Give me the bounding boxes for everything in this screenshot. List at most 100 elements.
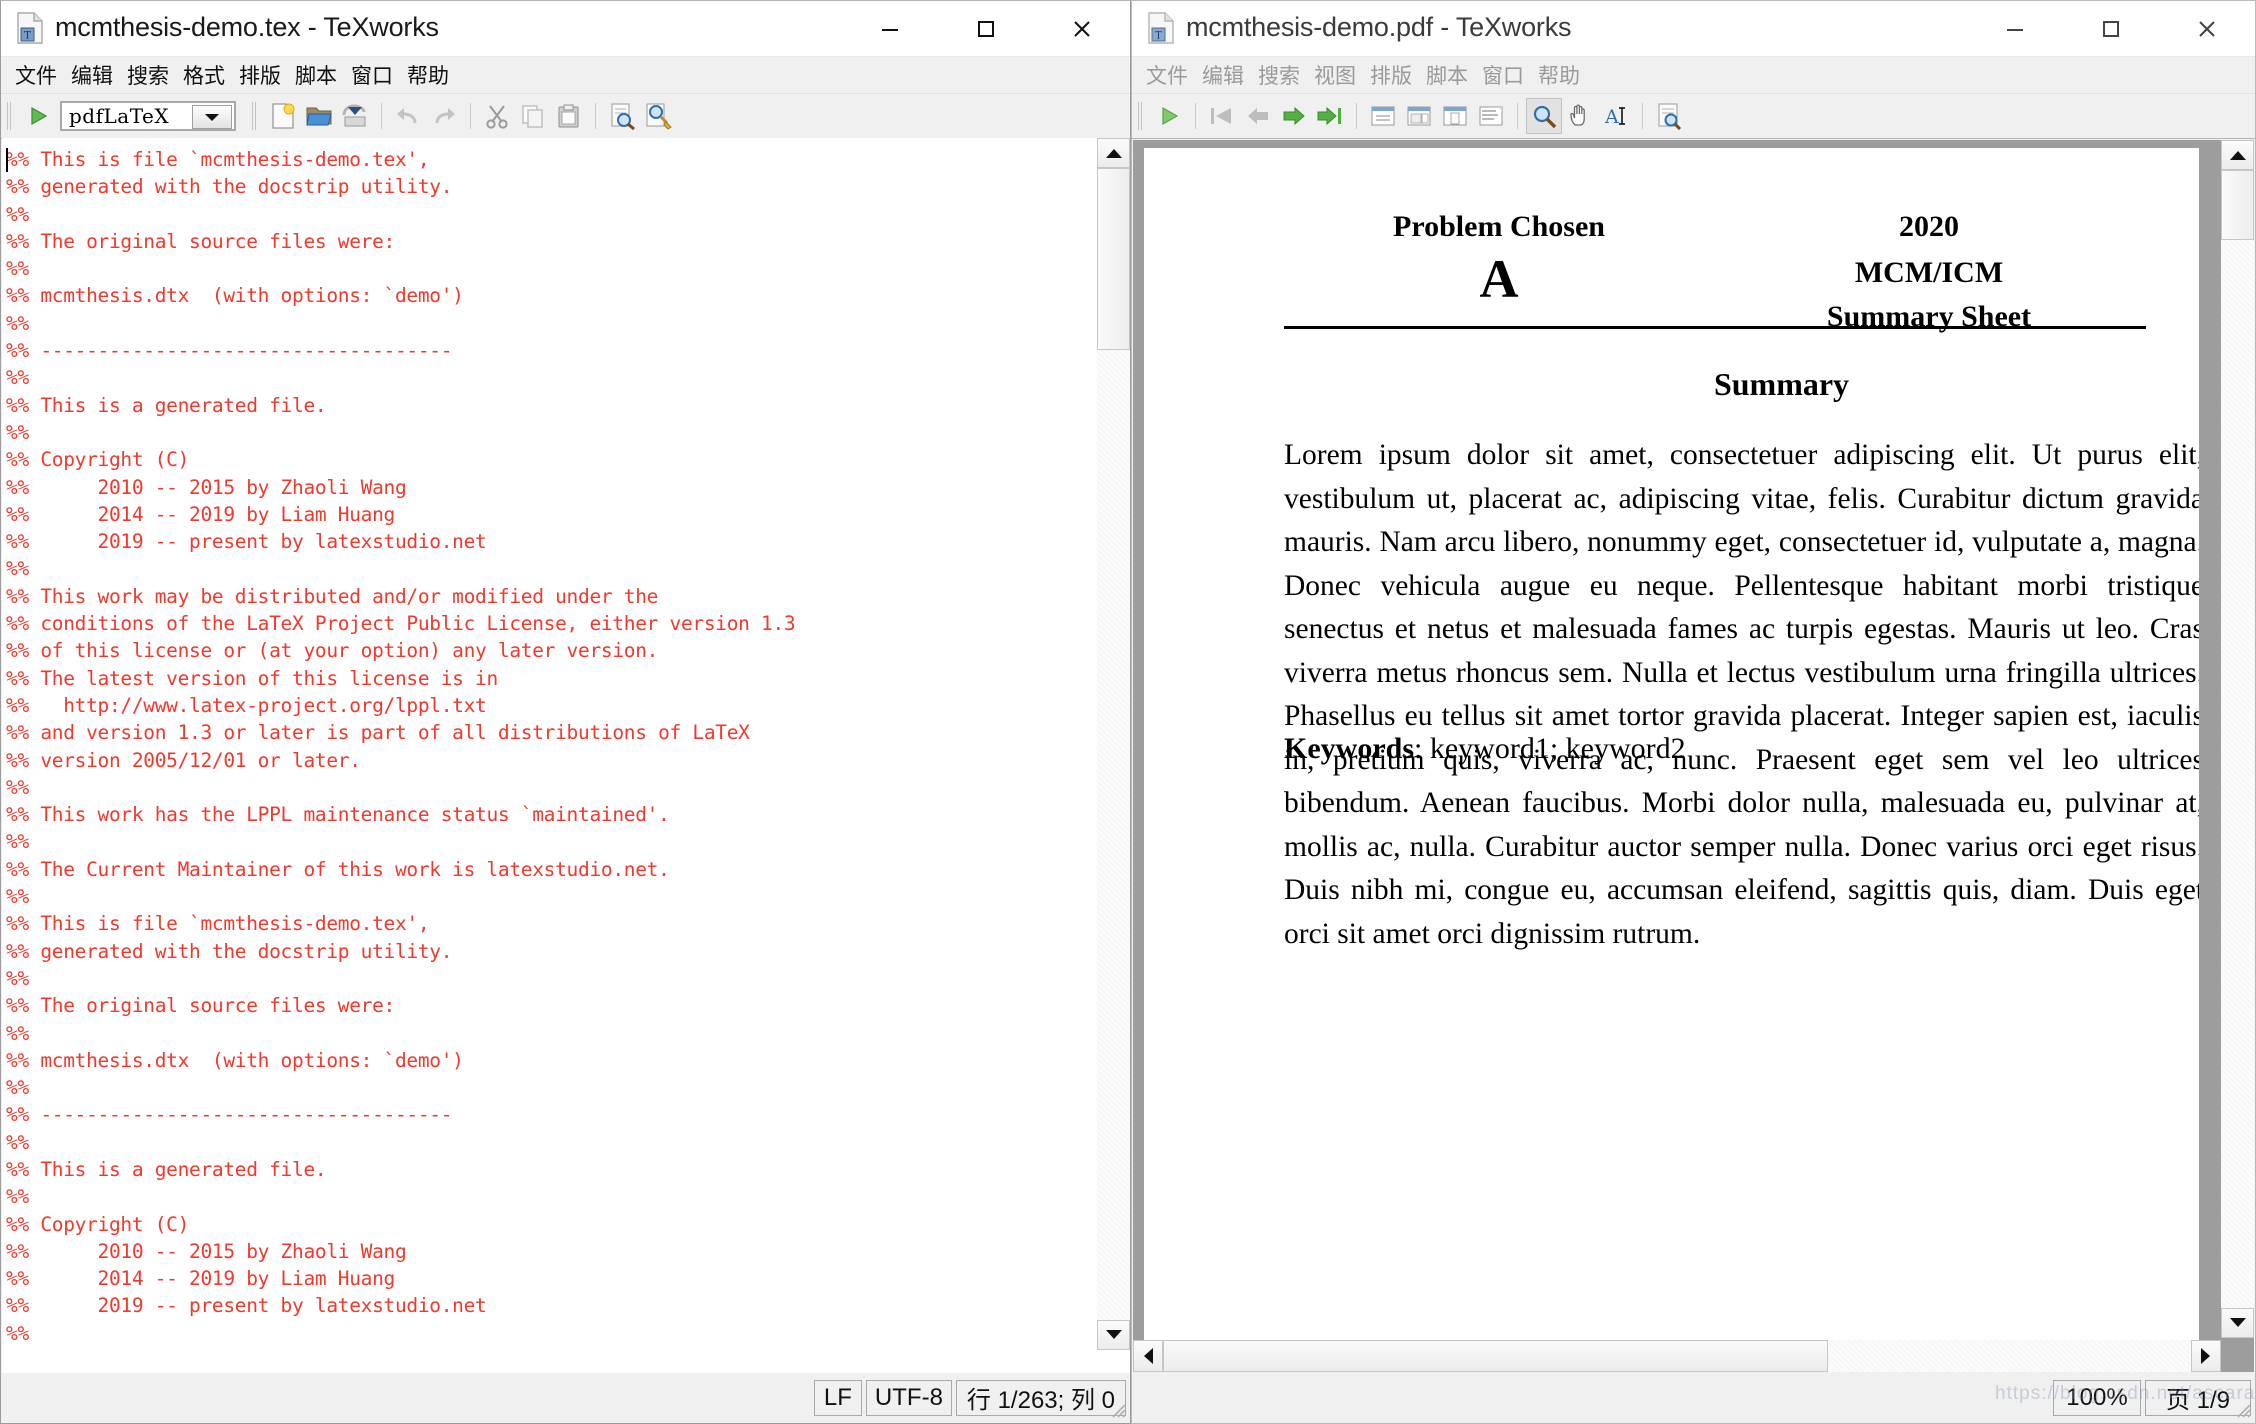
pdf-titlebar[interactable]: T mcmthesis-demo.pdf - TeXworks: [1132, 1, 2255, 57]
cut-icon[interactable]: [479, 98, 515, 134]
scrollbar-track[interactable]: [2221, 170, 2254, 1308]
copy-icon[interactable]: [515, 98, 551, 134]
menu-help[interactable]: 帮助: [1531, 58, 1587, 92]
summary-sheet-header: Problem Chosen A 2020 MCM/ICM Summary Sh…: [1284, 210, 2144, 332]
editor-title-text: mcmthesis-demo.tex - TeXworks: [55, 12, 439, 42]
scroll-right-arrow-icon[interactable]: [2191, 1340, 2221, 1372]
menu-file[interactable]: 文件: [8, 58, 64, 92]
hscrollbar-thumb[interactable]: [1163, 1340, 1828, 1372]
editor-window-controls: [842, 1, 1130, 56]
menu-search[interactable]: 搜索: [1251, 58, 1307, 92]
pdf-vertical-scrollbar[interactable]: [2221, 140, 2254, 1338]
engine-select[interactable]: pdfLaTeX: [60, 101, 236, 131]
desktop: T mcmthesis-demo.tex - TeXworks 文件 编辑 搜索…: [0, 0, 2256, 1424]
typeset-run-icon[interactable]: [20, 98, 56, 134]
scroll-down-arrow-icon[interactable]: [1097, 1320, 1130, 1350]
toolbar-separator-1: [381, 103, 382, 129]
hand-pan-icon[interactable]: [1562, 98, 1598, 134]
first-page-icon[interactable]: [1204, 98, 1240, 134]
maximize-button[interactable]: [2063, 1, 2159, 56]
menu-edit[interactable]: 编辑: [1195, 58, 1251, 92]
chevron-down-icon[interactable]: [192, 105, 232, 129]
menu-search[interactable]: 搜索: [120, 58, 176, 92]
resize-grip[interactable]: [2234, 1401, 2252, 1419]
close-button[interactable]: [2159, 1, 2255, 56]
redo-icon[interactable]: [426, 98, 462, 134]
source-code-text: %% This is file `mcmthesis-demo.tex', %%…: [6, 148, 796, 1345]
menu-edit[interactable]: 编辑: [64, 58, 120, 92]
zoom-level-indicator[interactable]: 100%: [2053, 1379, 2141, 1416]
summary-paragraph: Lorem ipsum dolor sit amet, consectetuer…: [1284, 439, 2199, 950]
menu-view[interactable]: 视图: [1307, 58, 1363, 92]
fit-window-icon[interactable]: [1401, 98, 1437, 134]
toolbar-drag-handle-1[interactable]: [5, 102, 15, 130]
tex-document-icon: T: [17, 12, 43, 44]
source-code-editor[interactable]: %% This is file `mcmthesis-demo.tex', %%…: [2, 138, 1097, 1350]
save-file-icon[interactable]: [337, 98, 373, 134]
toolbar-separator-1: [1195, 103, 1196, 129]
pdf-horizontal-scrollbar[interactable]: [1133, 1340, 2221, 1372]
menu-scripts[interactable]: 脚本: [1419, 58, 1475, 92]
toolbar-separator-3: [595, 103, 596, 129]
maximize-button[interactable]: [938, 1, 1034, 56]
search-document-icon[interactable]: [604, 98, 640, 134]
toolbar-separator-2: [470, 103, 471, 129]
menu-typeset[interactable]: 排版: [1363, 58, 1419, 92]
open-file-icon[interactable]: [301, 98, 337, 134]
svg-text:T: T: [24, 31, 31, 42]
scroll-up-arrow-icon[interactable]: [1097, 138, 1130, 168]
scroll-up-arrow-icon[interactable]: [2221, 140, 2254, 170]
toolbar-drag-handle-2[interactable]: [250, 102, 260, 130]
minimize-button[interactable]: [1967, 1, 2063, 56]
editor-body: %% This is file `mcmthesis-demo.tex', %%…: [2, 138, 1130, 1374]
minimize-button[interactable]: [842, 1, 938, 56]
toolbar-drag-handle-1[interactable]: [1136, 102, 1146, 130]
pdf-page-content: Problem Chosen A 2020 MCM/ICM Summary Sh…: [1144, 148, 2199, 1343]
menu-typeset[interactable]: 排版: [232, 58, 288, 92]
fit-width-icon[interactable]: [1365, 98, 1401, 134]
pdf-menubar: 文件 编辑 搜索 视图 排版 脚本 窗口 帮助: [1132, 57, 2255, 94]
close-button[interactable]: [1034, 1, 1130, 56]
magnifier-icon[interactable]: [1526, 98, 1562, 134]
scroll-down-arrow-icon[interactable]: [2221, 1308, 2254, 1338]
resize-grip[interactable]: [1109, 1401, 1127, 1419]
editor-titlebar[interactable]: T mcmthesis-demo.tex - TeXworks: [1, 1, 1130, 57]
menu-window[interactable]: 窗口: [1475, 58, 1531, 92]
last-page-icon[interactable]: [1312, 98, 1348, 134]
editor-vertical-scrollbar[interactable]: [1097, 138, 1130, 1350]
pdf-viewport[interactable]: Problem Chosen A 2020 MCM/ICM Summary Sh…: [1133, 140, 2254, 1372]
typeset-run-icon[interactable]: [1151, 98, 1187, 134]
texworks-editor-window: T mcmthesis-demo.tex - TeXworks 文件 编辑 搜索…: [0, 0, 1131, 1424]
encoding-indicator[interactable]: UTF-8: [865, 1379, 952, 1416]
pdf-window-controls: [1967, 1, 2255, 56]
new-document-icon[interactable]: [265, 98, 301, 134]
scrollbar-thumb[interactable]: [2221, 170, 2254, 240]
fit-content-icon[interactable]: [1473, 98, 1509, 134]
toolbar-separator-4: [1642, 103, 1643, 129]
search-replace-icon[interactable]: [640, 98, 676, 134]
previous-page-icon[interactable]: [1240, 98, 1276, 134]
text-select-icon[interactable]: A: [1598, 98, 1634, 134]
menu-file[interactable]: 文件: [1139, 58, 1195, 92]
summary-heading-text: Summary: [1713, 366, 1850, 402]
pdf-toolbar: A: [1132, 94, 2255, 139]
toolbar-separator-2: [1356, 103, 1357, 129]
menu-help[interactable]: 帮助: [400, 58, 456, 92]
scrollbar-thumb[interactable]: [1097, 168, 1130, 350]
paste-icon[interactable]: [551, 98, 587, 134]
menu-window[interactable]: 窗口: [344, 58, 400, 92]
undo-icon[interactable]: [390, 98, 426, 134]
keywords-line: Keywords: keyword1; keyword2: [1284, 732, 1686, 766]
menu-format[interactable]: 格式: [176, 58, 232, 92]
menu-scripts[interactable]: 脚本: [288, 58, 344, 92]
search-pdf-icon[interactable]: [1651, 98, 1687, 134]
pdf-page[interactable]: Problem Chosen A 2020 MCM/ICM Summary Sh…: [1144, 148, 2199, 1343]
line-ending-indicator[interactable]: LF: [813, 1379, 862, 1416]
cursor-position-indicator[interactable]: 行 1/263; 列 0: [955, 1379, 1126, 1416]
next-page-icon[interactable]: [1276, 98, 1312, 134]
actual-size-icon[interactable]: [1437, 98, 1473, 134]
header-rule: [1284, 326, 2146, 329]
scroll-left-arrow-icon[interactable]: [1133, 1340, 1163, 1372]
pdf-title-text: mcmthesis-demo.pdf - TeXworks: [1186, 12, 1572, 42]
hscrollbar-track[interactable]: [1828, 1340, 2191, 1372]
